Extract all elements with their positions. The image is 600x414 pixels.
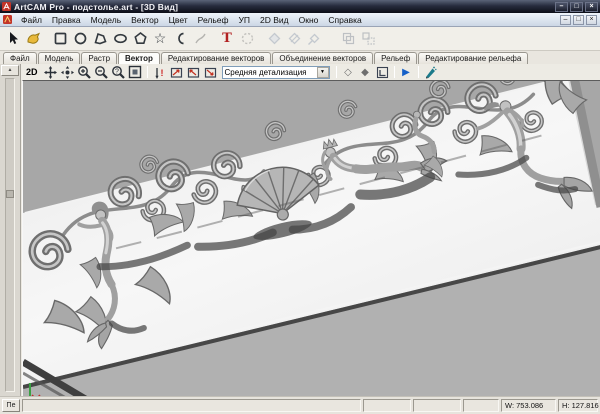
status-message-pane <box>22 399 361 412</box>
status-pane-3 <box>463 399 499 412</box>
scale-z-icon[interactable]: ! <box>151 65 168 80</box>
menu-toolpaths[interactable]: УП <box>234 13 256 26</box>
ellipse-tool-icon[interactable] <box>110 29 130 49</box>
vector-toolbar: ☆ T <box>0 27 600 51</box>
app-icon <box>2 2 11 11</box>
menu-bar: Файл Правка Модель Вектор Цвет Рельеф УП… <box>0 13 600 27</box>
panel-scroll-track[interactable] <box>5 78 15 392</box>
menu-color[interactable]: Цвет <box>164 13 193 26</box>
chevron-down-icon[interactable]: ▼ <box>316 66 329 78</box>
3d-viewport[interactable] <box>21 42 600 414</box>
collapsed-panel-tab[interactable]: Пе <box>2 399 20 412</box>
maximize-button[interactable]: □ <box>570 1 583 12</box>
view-preset-iso-icon[interactable] <box>202 65 219 80</box>
tab-vector-merging[interactable]: Объединение векторов <box>272 52 374 64</box>
tab-file[interactable]: Файл <box>3 52 37 64</box>
mdi-close-button[interactable]: × <box>586 14 597 25</box>
freehand-tool-icon[interactable] <box>190 29 210 49</box>
text-tool-icon[interactable]: T <box>217 29 237 49</box>
polygon-tool-icon[interactable] <box>130 29 150 49</box>
tool-tab-row: Файл Модель Растр Вектор Редактирование … <box>0 51 600 64</box>
menu-file[interactable]: Файл <box>16 13 47 26</box>
zoom-fit-icon[interactable] <box>127 65 144 80</box>
transform-tool-icon[interactable] <box>23 29 43 49</box>
switch-2d-view-button[interactable]: 2D <box>24 67 40 77</box>
svg-text:?: ? <box>115 69 119 76</box>
panel-scroll-thumb[interactable] <box>6 190 14 198</box>
height-readout: H: 127.816 <box>558 399 599 412</box>
status-bar: Пе W: 753.086 H: 127.816 <box>0 396 600 414</box>
select-arrow-icon[interactable] <box>3 29 23 49</box>
node-move-tool-icon[interactable] <box>304 29 324 49</box>
width-readout: W: 753.086 <box>501 399 556 412</box>
menu-relief[interactable]: Рельеф <box>193 13 234 26</box>
svg-text:!: ! <box>160 68 163 78</box>
view-preset-front-icon[interactable] <box>168 65 185 80</box>
wireframe-icon[interactable]: ◇ <box>340 65 357 80</box>
tab-relief[interactable]: Рельеф <box>374 52 418 64</box>
dashed-circle-tool-icon[interactable] <box>237 29 257 49</box>
close-button[interactable]: × <box>585 1 598 12</box>
center-view-icon[interactable] <box>59 65 76 80</box>
view-preset-side-icon[interactable] <box>185 65 202 80</box>
mdi-document-icon <box>3 15 12 24</box>
detail-level-dropdown[interactable]: Средняя детализация ▼ <box>221 65 330 79</box>
tab-bitmap[interactable]: Растр <box>81 52 118 64</box>
zoom-selection-icon[interactable]: ? <box>110 65 127 80</box>
mdi-minimize-button[interactable]: – <box>560 14 571 25</box>
circle-tool-icon[interactable] <box>70 29 90 49</box>
menu-model[interactable]: Модель <box>86 13 127 26</box>
simulate-play-icon[interactable]: ▶ <box>398 65 415 80</box>
group-tool-icon[interactable] <box>338 29 358 49</box>
polyline-tool-icon[interactable] <box>90 29 110 49</box>
menu-2dview[interactable]: 2D Вид <box>255 13 294 26</box>
title-bar: ArtCAM Pro - подстолье.art - [3D Вид] – … <box>0 0 600 13</box>
detail-level-value: Средняя детализация <box>224 67 307 77</box>
rectangle-tool-icon[interactable] <box>50 29 70 49</box>
collapsed-assistant-panel: ▲ <box>0 64 21 396</box>
status-pane-1 <box>363 399 411 412</box>
zoom-in-icon[interactable] <box>76 65 93 80</box>
node-edit-tool-icon[interactable] <box>264 29 284 49</box>
zoom-out-icon[interactable] <box>93 65 110 80</box>
menu-edit[interactable]: Правка <box>47 13 86 26</box>
minimize-button[interactable]: – <box>555 1 568 12</box>
arc-tool-icon[interactable] <box>170 29 190 49</box>
pan-icon[interactable] <box>42 65 59 80</box>
shaded-icon[interactable]: ◆ <box>357 65 374 80</box>
mdi-restore-button[interactable]: □ <box>573 14 584 25</box>
menu-help[interactable]: Справка <box>323 13 366 26</box>
menu-window[interactable]: Окно <box>294 13 324 26</box>
scroll-up-icon[interactable]: ▲ <box>1 65 19 76</box>
window-title: ArtCAM Pro - подстолье.art - [3D Вид] <box>14 1 179 12</box>
status-pane-2 <box>413 399 461 412</box>
node-cut-tool-icon[interactable] <box>284 29 304 49</box>
menu-vector[interactable]: Вектор <box>126 13 163 26</box>
tab-vector-editing[interactable]: Редактирование векторов <box>160 52 272 64</box>
spray-tool-icon[interactable] <box>422 65 439 80</box>
tab-relief-editing[interactable]: Редактирование рельефа <box>418 52 529 64</box>
ungroup-tool-icon[interactable] <box>358 29 378 49</box>
view-toolbar: 2D ? ! Средняя детализация ▼ ◇ ◆ ▶ <box>0 64 600 80</box>
tab-model[interactable]: Модель <box>37 52 81 64</box>
draft-icon[interactable] <box>374 65 391 80</box>
relief-render <box>21 42 600 414</box>
star-tool-icon[interactable]: ☆ <box>150 29 170 49</box>
tab-vector[interactable]: Вектор <box>118 52 160 64</box>
